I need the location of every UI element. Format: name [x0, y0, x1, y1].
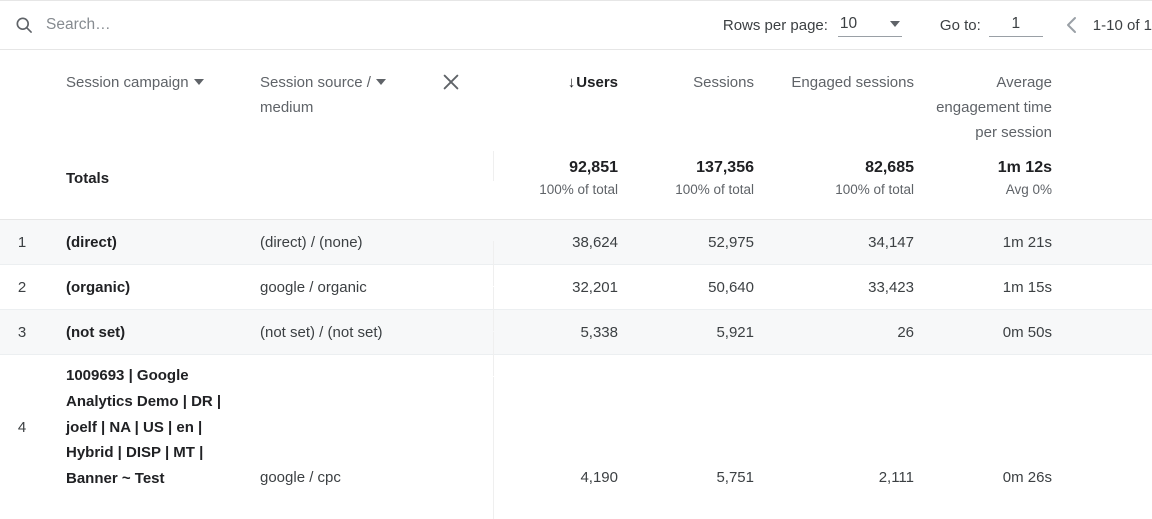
row-avg-engagement-time: 1m 21s — [1002, 233, 1052, 251]
header-users-text: Users — [576, 74, 618, 91]
totals-label: Totals — [66, 170, 110, 187]
row-index: 1 — [17, 233, 27, 251]
rows-per-page-label: Rows per page: — [722, 16, 828, 34]
sort-descending-icon: ↓ — [567, 74, 576, 91]
totals-avg-time: 1m 12s Avg 0% — [914, 156, 1052, 201]
header-sessions[interactable]: Sessions — [618, 70, 754, 95]
header-session-source-medium-text: Session source / — [260, 74, 371, 91]
header-users-label: ↓Users — [493, 70, 618, 95]
header-session-campaign[interactable]: Session campaign — [66, 70, 260, 95]
previous-page-button[interactable] — [1059, 12, 1085, 38]
header-avg-engagement-time-line2: engagement time — [936, 99, 1052, 116]
table-row[interactable]: 1 (direct) (direct) / (none) 38,624 52,9… — [0, 220, 1152, 265]
table-header-row: Session campaign Session source / medium… — [0, 50, 1152, 141]
rows-per-page-value: 10 — [839, 14, 858, 32]
go-to-label: Go to: — [939, 16, 981, 34]
row-engaged-sessions: 26 — [897, 323, 914, 341]
row-engaged-sessions: 33,423 — [868, 278, 914, 296]
row-users: 5,338 — [580, 323, 618, 341]
page-range-label: 1-10 of 1 — [1092, 16, 1152, 34]
row-source-medium[interactable]: (direct) / (none) — [260, 234, 493, 251]
totals-row: Totals 92,851 100% of total 137,356 100%… — [0, 138, 1152, 220]
column-group-divider — [493, 241, 494, 286]
totals-sessions: 137,356 100% of total — [618, 156, 754, 201]
row-campaign[interactable]: (organic) — [66, 279, 260, 296]
row-campaign-cell: 1009693 | Google Analytics Demo | DR | j… — [66, 363, 260, 492]
column-group-divider — [493, 377, 494, 519]
header-avg-engagement-time[interactable]: Average engagement time per session — [914, 70, 1052, 145]
table-toolbar: Rows per page: 10 Go to: 1-10 of 1 — [0, 1, 1152, 50]
table-row[interactable]: 4 1009693 | Google Analytics Demo | DR |… — [0, 355, 1152, 500]
row-avg-engagement-time: 0m 26s — [1002, 469, 1052, 486]
search-icon — [16, 17, 32, 33]
totals-sessions-value: 137,356 — [696, 159, 754, 176]
row-sessions: 5,751 — [716, 469, 754, 486]
totals-engaged-value: 82,685 — [865, 159, 914, 176]
search-box[interactable] — [14, 15, 723, 35]
table-row[interactable]: 2 (organic) google / organic 32,201 50,6… — [0, 265, 1152, 310]
totals-avg-time-sub: Avg 0% — [1005, 182, 1052, 197]
table-row[interactable]: 3 (not set) (not set) / (not set) 5,338 … — [0, 310, 1152, 355]
header-users[interactable]: ↓Users — [493, 70, 618, 95]
close-icon — [443, 74, 459, 90]
totals-avg-time-value: 1m 12s — [997, 159, 1052, 176]
totals-users: 92,851 100% of total — [493, 156, 618, 201]
search-input[interactable] — [46, 16, 446, 34]
row-engaged-sessions: 34,147 — [868, 233, 914, 251]
header-session-campaign-label: Session campaign — [66, 70, 260, 95]
row-users: 38,624 — [572, 233, 618, 251]
header-session-source-medium-line1: Session source / — [260, 70, 440, 95]
row-campaign[interactable]: (not set) — [66, 324, 260, 341]
row-campaign[interactable]: 1009693 | Google Analytics Demo | DR | j… — [66, 363, 226, 492]
totals-users-value: 92,851 — [569, 159, 618, 176]
row-index: 4 — [17, 419, 27, 436]
row-sessions: 52,975 — [708, 233, 754, 251]
row-source-medium[interactable]: google / cpc — [260, 469, 493, 500]
header-avg-engagement-time-line1: Average — [996, 74, 1052, 91]
row-source-medium[interactable]: (not set) / (not set) — [260, 324, 493, 341]
header-engaged-sessions-label: Engaged sessions — [791, 74, 914, 91]
row-avg-engagement-time: 0m 50s — [1002, 323, 1052, 341]
report-table: Rows per page: 10 Go to: 1-10 of 1 Sessi… — [0, 0, 1152, 519]
row-users: 4,190 — [580, 469, 618, 486]
header-session-source-medium[interactable]: Session source / medium — [260, 70, 440, 120]
row-campaign[interactable]: (direct) — [66, 234, 260, 251]
row-engaged-sessions: 2,111 — [878, 469, 914, 486]
pagination-controls: Rows per page: 10 Go to: 1-10 of 1 — [723, 12, 1152, 38]
chevron-down-icon — [889, 20, 900, 27]
totals-engaged: 82,685 100% of total — [754, 156, 914, 201]
chevron-down-icon — [193, 79, 204, 86]
totals-sessions-sub: 100% of total — [675, 182, 754, 197]
column-group-divider — [493, 151, 494, 181]
column-group-divider — [493, 287, 494, 331]
go-to-input[interactable] — [988, 13, 1043, 37]
column-group-divider — [493, 332, 494, 376]
header-session-campaign-text: Session campaign — [66, 74, 189, 91]
row-source-medium[interactable]: google / organic — [260, 279, 493, 296]
row-avg-engagement-time: 1m 15s — [1002, 278, 1052, 296]
row-sessions: 5,921 — [716, 323, 754, 341]
row-index: 2 — [17, 278, 27, 296]
remove-dimension-button[interactable] — [440, 70, 493, 93]
rows-per-page-select[interactable]: 10 — [837, 14, 902, 37]
row-index: 3 — [17, 323, 27, 341]
totals-users-sub: 100% of total — [539, 182, 618, 197]
totals-engaged-sub: 100% of total — [835, 182, 914, 197]
row-users: 32,201 — [572, 278, 618, 296]
header-engaged-sessions[interactable]: Engaged sessions — [754, 70, 914, 95]
chevron-down-icon — [375, 79, 386, 86]
header-session-source-medium-line2: medium — [260, 99, 314, 116]
chevron-left-icon — [1066, 17, 1076, 33]
header-sessions-label: Sessions — [693, 74, 754, 91]
row-sessions: 50,640 — [708, 278, 754, 296]
